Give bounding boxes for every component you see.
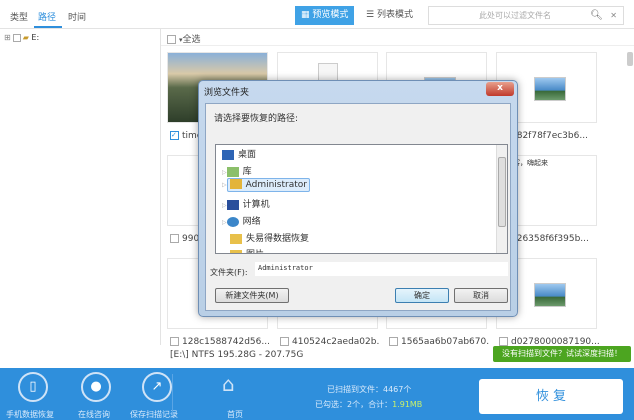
select-all-label: 全选 [182,35,201,45]
panel-divider [160,29,161,345]
file-checkbox[interactable] [499,337,508,346]
clear-icon[interactable]: ✕ [610,7,617,24]
preview-label: 预览模式 [312,10,349,20]
tree-drive-item[interactable]: ⊞ ▰ E: [4,33,39,42]
search-placeholder: 此处可以过滤文件名 [479,11,551,20]
file-item-label[interactable]: 1565aa6b07ab670... [389,337,489,346]
file-item-label[interactable]: 128c1588742d56... [170,337,270,346]
user-folder-icon [229,179,242,189]
scroll-thumb[interactable] [498,157,506,227]
tree-item-pictures[interactable]: 图片 [230,247,264,253]
file-name: 882f78f7ec3b6... [511,131,588,141]
file-name: d0278000087190... [511,337,599,346]
item-label: 失易得数据恢复 [246,234,310,244]
drive-info: [E:\] NTFS 195.28G - 207.75G [170,350,304,360]
dialog-body: 请选择要恢复的路径: 桌面 ▷ 库 ▷ Administrator ▷ 计算机 ▷ 网络… [205,103,511,311]
divider [172,374,173,416]
recover-button[interactable]: 恢 复 [479,379,623,414]
computer-icon [226,199,239,210]
dialog-title: 浏览文件夹 [204,88,250,98]
deep-scan-button[interactable]: 没有扫描到文件？试试深度扫描！ [493,346,631,362]
select-all-checkbox[interactable] [167,35,176,44]
selected-summary: 已勾选：2个，合计：1.91MB [315,399,422,410]
library-icon [226,166,239,177]
file-checkbox[interactable] [389,337,398,346]
online-consult-button[interactable]: 在线咨询 [78,409,110,420]
phone-recovery-button[interactable]: 手机数据恢复 [6,409,54,420]
file-item-label[interactable]: d0278000087190... [499,337,599,346]
item-label: 计算机 [242,200,270,210]
folder-icon [230,249,242,253]
home-icon[interactable]: ⌂ [222,372,235,396]
selected-size: 1.91MB [392,400,423,409]
list-label: 列表模式 [376,10,413,20]
file-name: 410524c2aeda02b... [292,337,380,346]
desktop-icon [222,149,234,160]
drive-icon: ▰ [22,33,29,42]
image-icon [534,77,566,101]
expand-arrow-icon[interactable]: ▷ [222,182,227,189]
divider [161,45,634,46]
tree-scrollbar[interactable] [496,145,507,253]
export-icon[interactable]: ↗ [142,372,172,402]
list-icon: ☰ [366,10,377,20]
tree-item-computer[interactable]: ▷ 计算机 [222,197,270,210]
folder-tree[interactable]: 桌面 ▷库 ▷ Administrator ▷计算机 ▷ 网络 失易得数据恢复 图片 [215,144,508,254]
save-scan-button[interactable]: 保存扫描记录 [130,409,178,420]
folder-label: 文件夹(F): [210,268,248,277]
tree-item-library[interactable]: ▷ 库 [222,164,252,177]
file-item-label[interactable]: 410524c2aeda02b... [280,337,380,346]
item-label: Administrator [245,179,307,190]
tab-time[interactable]: 时间 [68,10,86,23]
file-name: 1565aa6b07ab670... [401,337,489,346]
dialog-prompt: 请选择要恢复的路径: [214,114,299,124]
folder-icon [230,233,242,244]
tree-item-network[interactable]: ▷ 网络 [222,214,261,227]
cancel-button[interactable]: 取消 [454,288,508,303]
tree-item-administrator[interactable]: ▷ Administrator [222,177,310,192]
file-checkbox[interactable] [170,234,179,243]
person-icon[interactable]: ● [81,372,111,402]
image-icon [534,283,566,307]
drive-label: E: [31,33,40,42]
browse-folder-dialog: 浏览文件夹 x 请选择要恢复的路径: 桌面 ▷ 库 ▷ Administrator … [198,80,518,317]
phone-icon[interactable]: ▯ [18,372,48,402]
scrollbar[interactable] [627,52,633,66]
preview-mode-button[interactable]: ▦ 预览模式 [295,6,355,25]
divider [0,28,634,29]
selected-prefix: 已勾选：2个，合计： [315,400,393,409]
file-name: 128c1588742d56... [182,337,270,346]
bottom-bar: ▯ 手机数据恢复 ● 在线咨询 ↗ 保存扫描记录 ⌂ 首页 已扫描到文件：446… [0,368,634,420]
tab-path[interactable]: 路径 [38,10,56,23]
item-label: 网络 [242,217,261,227]
file-checkbox[interactable]: ✓ [170,131,179,140]
search-icon[interactable]: 🔍︎ [590,7,603,24]
drive-checkbox[interactable] [12,33,21,42]
new-folder-button[interactable]: 新建文件夹(M) [215,288,289,303]
ok-button[interactable]: 确定 [395,288,449,303]
select-all[interactable]: ▾全选 [167,32,201,45]
file-checkbox[interactable] [280,337,289,346]
tree-item-folder[interactable]: 失易得数据恢复 [230,231,309,244]
folder-input[interactable]: Administrator [255,262,508,276]
close-button[interactable]: x [486,82,514,96]
expand-icon[interactable]: ⊞ [4,33,11,42]
item-label: 图片 [246,250,264,253]
search-input[interactable]: 此处可以过滤文件名 🔍︎ ✕ [428,6,624,25]
expand-arrow-icon[interactable]: ▷ [222,219,227,226]
grid-icon: ▦ [301,10,313,20]
tree-item-desktop[interactable]: 桌面 [222,147,256,160]
item-label: 桌面 [238,150,257,160]
scanned-count: 已扫描到文件：4467个 [327,385,412,394]
list-mode-button[interactable]: ☰ 列表模式 [360,6,419,25]
file-checkbox[interactable] [170,337,179,346]
file-name: 826358f6f395b... [511,234,589,244]
tab-type[interactable]: 类型 [10,10,28,23]
item-label: 库 [242,167,252,177]
network-icon [226,216,239,227]
home-button[interactable]: 首页 [227,409,243,420]
